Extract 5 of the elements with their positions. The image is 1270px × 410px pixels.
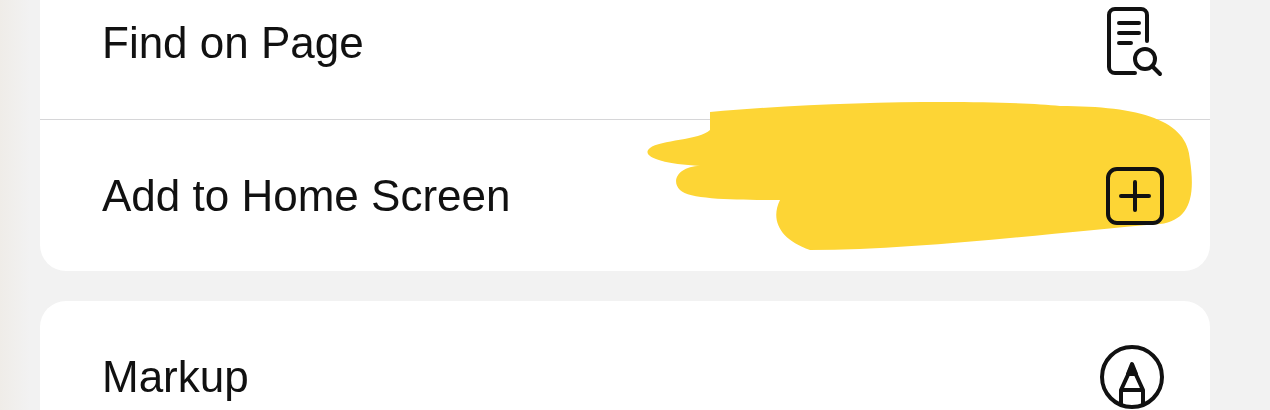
menu-item-label[interactable]: Markup: [102, 352, 249, 402]
add-square-icon: [1105, 165, 1165, 226]
menu-item-label[interactable]: Find on Page: [102, 18, 364, 68]
menu-item-label[interactable]: Add to Home Screen: [102, 170, 511, 221]
markup-pen-icon: [1099, 344, 1165, 410]
